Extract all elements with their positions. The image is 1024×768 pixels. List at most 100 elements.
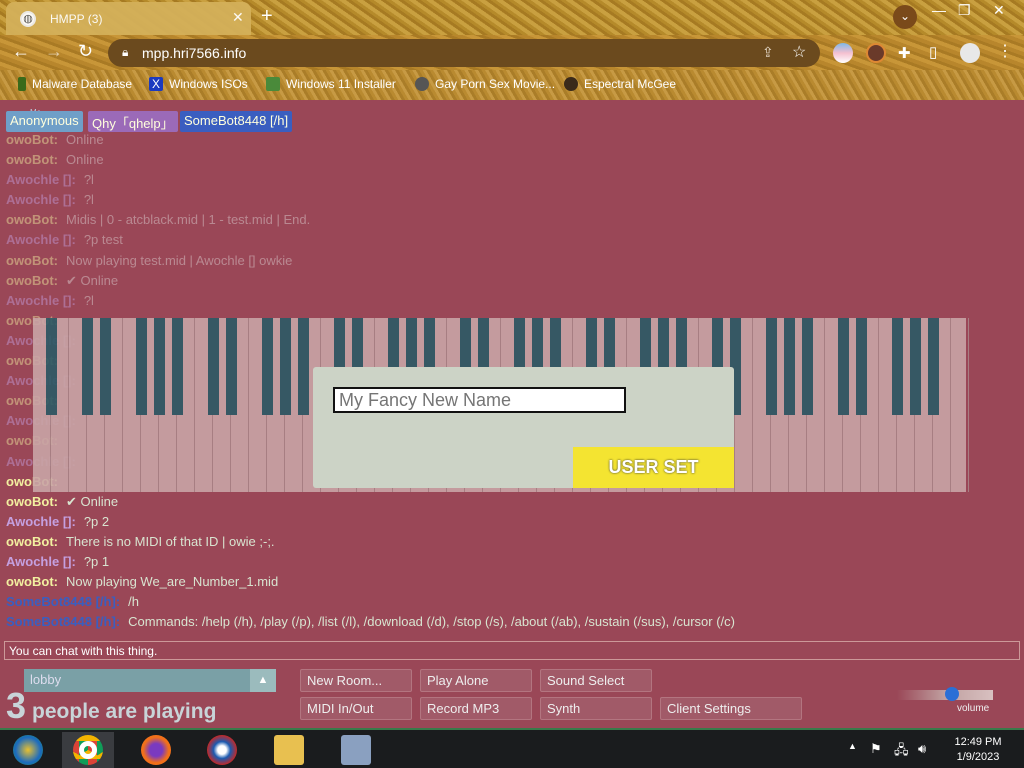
taskbar-chrome[interactable] [62, 732, 114, 768]
chat-message: Awochle []: ?p 1 [6, 552, 1016, 572]
black-key[interactable] [838, 318, 849, 415]
chat-text: Midis | 0 - atcblack.mid | 1 - test.mid … [65, 212, 311, 228]
black-key[interactable] [154, 318, 165, 415]
black-key[interactable] [172, 318, 183, 415]
black-key[interactable] [226, 318, 237, 415]
chat-message: owoBot: Now playing We_are_Number_1.mid [6, 572, 1016, 592]
tab-search-icon[interactable]: ⌄ [893, 5, 917, 29]
user-set-button[interactable]: USER SET [573, 447, 734, 488]
star-icon[interactable]: ☆ [792, 42, 806, 62]
sidepanel-icon[interactable]: ▯ [929, 43, 937, 61]
participant-tag[interactable]: Qhy「qhelp」 [88, 111, 178, 132]
tab-strip: ◍ HMPP (3) ✕ + ⌄ — ❐ ✕ [0, 0, 1024, 35]
synth-button[interactable]: Synth [540, 697, 652, 720]
bookmark-windows-isos[interactable]: X Windows ISOs [149, 77, 248, 91]
midi-button[interactable]: MIDI In/Out [300, 697, 412, 720]
chat-author: owoBot: [6, 212, 58, 228]
black-key[interactable] [46, 318, 57, 415]
black-key[interactable] [910, 318, 921, 415]
back-icon[interactable]: ← [12, 41, 30, 62]
chrome-icon [73, 735, 103, 765]
chat-input[interactable]: You can chat with this thing. [4, 641, 1020, 660]
white-key[interactable] [951, 318, 969, 492]
chat-text: ?p 1 [83, 553, 110, 569]
chat-text: ✔ Online [65, 272, 119, 288]
sound-select-button[interactable]: Sound Select [540, 669, 652, 692]
share-icon[interactable]: ⇪ [762, 44, 774, 61]
extension-icon[interactable] [833, 43, 853, 63]
browser-toolbar: ← → ↻ 🔒︎ mpp.hri7566.info ⇪ ☆ ✚ ▯ ⋮ [0, 35, 1024, 70]
computer-icon [341, 735, 371, 765]
volume-knob[interactable] [945, 687, 959, 701]
bookmark-icon [18, 77, 26, 91]
black-key[interactable] [802, 318, 813, 415]
chat-author: owoBot: [6, 493, 58, 509]
chat-message: Awochle []: ?p 2 [6, 512, 1016, 532]
taskbar-firefox[interactable] [130, 732, 182, 768]
chat-message: Awochle []: ?l [6, 170, 1016, 190]
bookmark-movie[interactable]: Gay Porn Sex Movie... [415, 77, 555, 91]
puzzle-icon[interactable]: ✚ [898, 44, 911, 62]
chat-text: ?p 2 [83, 513, 110, 529]
clock[interactable]: 12:49 PM 1/9/2023 [940, 735, 1016, 765]
flag-icon[interactable]: ⚑ [870, 741, 882, 757]
name-input[interactable] [333, 387, 626, 413]
chat-author: SomeBot8448 [/h]: [6, 594, 121, 610]
taskbar-explorer[interactable] [263, 732, 315, 768]
chat-author: Awochle []: [6, 232, 76, 248]
participant-tag[interactable]: Anonymous [6, 111, 83, 132]
menu-icon[interactable]: ⋮ [997, 41, 1013, 61]
black-key[interactable] [928, 318, 939, 415]
chat-message: owoBot: Online [6, 130, 1016, 150]
profile-extension-icon[interactable] [866, 43, 886, 63]
restore-icon[interactable]: ❐ [958, 2, 971, 19]
black-key[interactable] [856, 318, 867, 415]
chat-text: ?l [83, 192, 94, 208]
minimize-icon[interactable]: — [932, 2, 946, 18]
avatar[interactable] [960, 43, 980, 63]
black-key[interactable] [892, 318, 903, 415]
black-key[interactable] [262, 318, 273, 415]
clock-date: 1/9/2023 [956, 751, 1000, 763]
window-close-icon[interactable]: ✕ [993, 2, 1005, 19]
play-alone-button[interactable]: Play Alone [420, 669, 532, 692]
tray-chevron-icon[interactable]: ▲ [848, 741, 857, 751]
new-room-button[interactable]: New Room... [300, 669, 412, 692]
volume-icon[interactable]: 🔊︎ [918, 741, 926, 757]
forward-icon[interactable]: → [45, 41, 63, 62]
close-tab-icon[interactable]: ✕ [232, 9, 244, 26]
black-key[interactable] [208, 318, 219, 415]
participant-tag[interactable]: SomeBot8448 [/h] [180, 111, 293, 132]
network-icon[interactable]: 🖧︎ [894, 741, 909, 763]
chat-text: ?l [83, 292, 94, 308]
image-icon [266, 77, 280, 91]
start-button[interactable] [2, 732, 54, 768]
bookmarks-bar: Malware Database X Windows ISOs Windows 1… [0, 70, 1024, 100]
black-key[interactable] [100, 318, 111, 415]
chat-message: Awochle []: ?l [6, 190, 1016, 210]
black-key[interactable] [298, 318, 309, 415]
chevron-up-icon[interactable]: ▲ [250, 669, 276, 692]
windows-icon [13, 735, 43, 765]
black-key[interactable] [784, 318, 795, 415]
black-key[interactable] [766, 318, 777, 415]
player-count: 3 people are playing [6, 685, 216, 727]
bookmark-win11[interactable]: Windows 11 Installer [266, 77, 396, 91]
black-key[interactable] [82, 318, 93, 415]
chat-author: owoBot: [6, 252, 58, 268]
browser-tab[interactable]: ◍ HMPP (3) ✕ [6, 2, 251, 35]
address-bar[interactable]: 🔒︎ mpp.hri7566.info ⇪ ☆ [108, 39, 820, 67]
taskbar-computer[interactable] [330, 732, 382, 768]
chat-message: SomeBot8448 [/h]: Commands: /help (/h), /… [6, 612, 1016, 632]
client-settings-button[interactable]: Client Settings [660, 697, 802, 720]
new-tab-icon[interactable]: + [261, 5, 273, 28]
firefox-icon [141, 735, 171, 765]
reload-icon[interactable]: ↻ [78, 41, 93, 62]
taskbar-app[interactable] [196, 732, 248, 768]
bookmark-label: Gay Porn Sex Movie... [435, 77, 556, 91]
bookmark-malware[interactable]: Malware Database [18, 77, 132, 91]
black-key[interactable] [136, 318, 147, 415]
black-key[interactable] [280, 318, 291, 415]
bookmark-espectral[interactable]: Espectral McGee [564, 77, 676, 91]
record-mp3-button[interactable]: Record MP3 [420, 697, 532, 720]
